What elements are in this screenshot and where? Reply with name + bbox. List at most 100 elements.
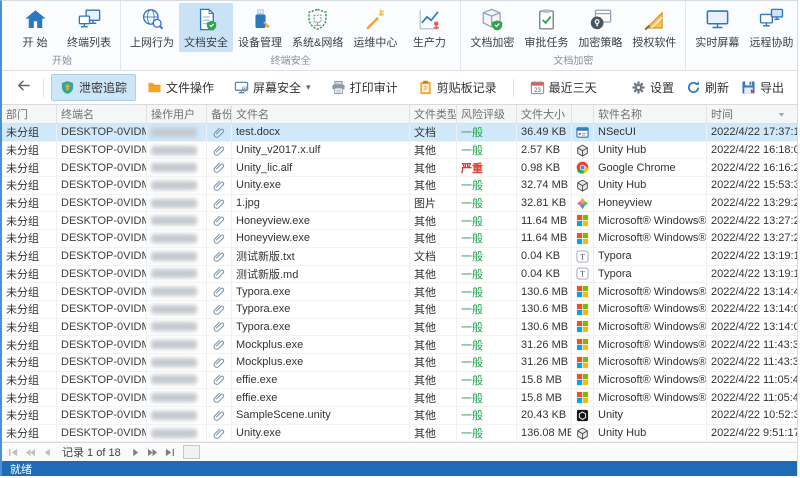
column-header-文件类型[interactable]: 文件类型 [410, 105, 457, 124]
ribbon-item-internet-behavior[interactable]: 上网行为 [125, 3, 179, 52]
pg-next-icon[interactable] [129, 446, 142, 458]
risk-badge: 一般 [461, 410, 483, 423]
ribbon-item-approval-task[interactable]: 审批任务 [519, 3, 573, 52]
table-row[interactable]: 未分组 DESKTOP-0VIDMDJ 测试新版.md 其他 一般 0.04 KB T Typ… [2, 265, 797, 284]
toolbar-button-clipboard-record[interactable]: 剪贴板记录 [409, 74, 506, 101]
ribbon-item-realtime-screen[interactable]: 实时屏幕 [690, 3, 744, 52]
filename-cell-text: test.docx [236, 126, 281, 139]
filesize-cell-text: 31.26 MB [521, 338, 569, 351]
table-row[interactable]: 未分组 DESKTOP-0VIDMDJ Typora.exe 其他 一般 130.6 MB… [2, 318, 797, 337]
app-name-cell-text: Microsoft® Windows® Oper... [598, 303, 707, 316]
ribbon-item-system-network[interactable]: 系统&网络 [287, 3, 348, 52]
refresh-button[interactable]: 刷新 [681, 75, 734, 100]
ribbon-item-authorized-software[interactable]: 授权软件 [627, 3, 681, 52]
filetype-cell-text: 其他 [414, 233, 436, 246]
ribbon-item-encrypt-policy[interactable]: 加密策略 [573, 3, 627, 52]
date-filter-button[interactable]: 23 最近三天 [521, 74, 606, 101]
table-row[interactable]: 未分组 DESKTOP-0VIDMDJ Honeyview.exe 其他 一般 11.64… [2, 230, 797, 248]
status-text: 就绪 [10, 463, 32, 476]
operator-cell [147, 212, 207, 230]
filetype-cell: 图片 [410, 194, 457, 212]
terminal-name: DESKTOP-0VIDMDJ [61, 409, 146, 422]
attachment-cell [207, 424, 232, 442]
paperclip-icon [213, 267, 226, 280]
column-header-软件名称[interactable]: 软件名称 [594, 105, 707, 124]
toolbar-button-screen-security[interactable]: 屏幕安全 ▾ [225, 74, 320, 101]
filesize-cell: 11.64 MB [517, 230, 572, 247]
ribbon-item-ops-center[interactable]: 运维中心 [348, 3, 402, 52]
column-header-icon[interactable] [572, 105, 594, 124]
pg-prev-icon[interactable] [41, 446, 54, 458]
ribbon-item-productivity[interactable]: 生产力 [402, 3, 456, 52]
filetype-cell-text: 其他 [414, 339, 436, 352]
filesize-cell: 2.57 KB [517, 141, 572, 159]
toolbar-button-leak-trace[interactable]: 泄密追踪 [51, 74, 137, 102]
column-header-终端名[interactable]: 终端名 [57, 105, 147, 124]
toolbar-buttons: 泄密追踪 文件操作 屏幕安全 ▾ 打印审计 剪贴板记录 [51, 74, 506, 102]
column-header-时间[interactable]: 时间 [707, 105, 797, 123]
svg-text:T: T [580, 270, 585, 279]
ribbon-item-terminal-list[interactable]: 终端列表 [62, 3, 116, 52]
column-header-备份[interactable]: 备份 [207, 105, 232, 124]
toolbar-button-file-operations[interactable]: 文件操作 [138, 74, 223, 101]
attachment-cell [207, 318, 232, 336]
app-name-cell-text: Microsoft® Windows® Oper... [598, 356, 707, 369]
table-row[interactable]: 未分组 DESKTOP-0VIDMDJ test.docx 文档 一般 36.49 KB N… [2, 124, 797, 142]
pg-prev2-icon[interactable] [24, 446, 37, 458]
filetype-cell: 其他 [410, 318, 457, 336]
table-row[interactable]: 未分组 DESKTOP-0VIDMDJ Unity_v2017.x.ulf 其他 一般 2… [2, 141, 797, 160]
table-row[interactable]: 未分组 DESKTOP-0VIDMDJ Typora.exe 其他 一般 130.6 MB… [2, 300, 797, 319]
filter-arrow-icon[interactable] [776, 109, 787, 120]
table-row[interactable]: 未分组 DESKTOP-0VIDMDJ Typora.exe 其他 一般 130.6 MB… [2, 283, 797, 301]
pager-size-box[interactable] [182, 445, 200, 460]
table-row[interactable]: 未分组 DESKTOP-0VIDMDJ SampleScene.unity 其他 一般 2… [2, 407, 797, 425]
app-name-cell-text: Unity Hub [598, 179, 647, 192]
ribbon-item-device-management[interactable]: 设备管理 [233, 3, 287, 52]
table-row[interactable]: 未分组 DESKTOP-0VIDMDJ Honeyview.exe 其他 一般 11.64… [2, 212, 797, 231]
app-icon-cell [572, 283, 594, 300]
risk-cell: 一般 [457, 247, 517, 265]
table-row[interactable]: 未分组 DESKTOP-0VIDMDJ 测试新版.txt 文档 一般 0.04 KB T Ty… [2, 247, 797, 266]
toolbar-button-print-audit[interactable]: 打印审计 [322, 74, 407, 101]
table-row[interactable]: 未分组 DESKTOP-0VIDMDJ Mockplus.exe 其他 一般 31.26 … [2, 353, 797, 372]
column-header-文件大小[interactable]: 文件大小 [517, 105, 572, 124]
pg-first-icon[interactable] [7, 446, 20, 458]
time-cell-text: 2022/4/22 13:19:16 [711, 250, 797, 263]
table-row[interactable]: 未分组 DESKTOP-0VIDMDJ effie.exe 其他 一般 15.8 MB Mi… [2, 371, 797, 390]
export-icon [741, 80, 756, 95]
terminal-cell: DESKTOP-0VIDMDJ [57, 194, 147, 212]
table-row[interactable]: 未分组 DESKTOP-0VIDMDJ Unity.exe 其他 一般 32.74 MB U… [2, 177, 797, 195]
pg-next2-icon[interactable] [146, 446, 159, 458]
filetype-cell: 其他 [410, 300, 457, 318]
time-cell-text: 2022/4/22 13:27:25 [711, 232, 797, 245]
column-header-风险评级[interactable]: 风险评级 [457, 105, 517, 124]
ribbon-item-remote-assist[interactable]: 远程协助 [744, 3, 798, 52]
back-button[interactable] [10, 76, 36, 100]
export-button[interactable]: 导出 [736, 75, 789, 100]
attachment-cell [207, 141, 232, 159]
ribbon-item-document-encrypt[interactable]: 文档加密 [465, 3, 519, 52]
ribbon-item-home[interactable]: 开 始 [8, 3, 62, 52]
dept-cell: 未分组 [2, 424, 57, 442]
table-row[interactable]: 未分组 DESKTOP-0VIDMDJ Mockplus.exe 其他 一般 31.26 … [2, 336, 797, 354]
table-row[interactable]: 未分组 DESKTOP-0VIDMDJ Unity.exe 其他 一般 136.08 MB… [2, 424, 797, 443]
operator-name-redacted [151, 357, 197, 367]
dept-cell: 未分组 [2, 212, 57, 230]
ribbon: 开 始 终端列表 开始 上网行为 文档安全 设备管理 系统&网络 运维中心 生产力 终端安全 文档加… [2, 1, 797, 71]
table-row[interactable]: 未分组 DESKTOP-0VIDMDJ 1.jpg 图片 一般 32.81 KB Honey… [2, 194, 797, 213]
pg-last-icon[interactable] [163, 446, 176, 458]
ribbon-item-document-security[interactable]: 文档安全 [179, 3, 233, 52]
column-header-操作用户[interactable]: 操作用户 [147, 105, 207, 124]
app-name-cell: Unity Hub [594, 141, 707, 159]
table-row[interactable]: 未分组 DESKTOP-0VIDMDJ effie.exe 其他 一般 15.8 MB Mi… [2, 389, 797, 408]
column-header-文件名[interactable]: 文件名 [232, 105, 410, 124]
settings-small-button[interactable]: 设置 [626, 75, 679, 100]
risk-badge: 一般 [461, 145, 483, 158]
operator-cell [147, 424, 207, 442]
time-cell: 2022/4/22 13:27:25 [707, 230, 797, 247]
table-row[interactable]: 未分组 DESKTOP-0VIDMDJ Unity_lic.alf 其他 严重 0.98 … [2, 159, 797, 178]
column-header-部门[interactable]: 部门 [2, 105, 57, 124]
app-icon-cell [572, 141, 594, 159]
operator-cell [147, 318, 207, 336]
operator-cell [147, 230, 207, 247]
